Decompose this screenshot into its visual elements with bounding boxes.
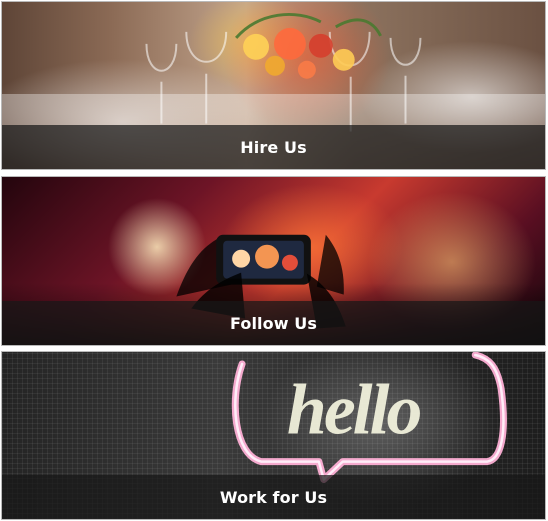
- follow-us-label: Follow Us: [229, 313, 317, 333]
- hire-us-card[interactable]: Hire Us: [1, 1, 546, 170]
- promo-cards-page: Hire Us Follow Us hello Work for Us: [0, 0, 548, 521]
- hire-us-label: Hire Us: [240, 137, 307, 157]
- neon-hello-text: hello: [287, 370, 421, 450]
- work-for-us-card[interactable]: hello Work for Us: [1, 351, 546, 520]
- work-for-us-label: Work for Us: [219, 487, 328, 507]
- follow-us-card[interactable]: Follow Us: [1, 176, 546, 346]
- hire-us-caption: Hire Us: [2, 125, 545, 169]
- work-for-us-caption: Work for Us: [2, 475, 545, 519]
- follow-us-caption: Follow Us: [2, 301, 545, 345]
